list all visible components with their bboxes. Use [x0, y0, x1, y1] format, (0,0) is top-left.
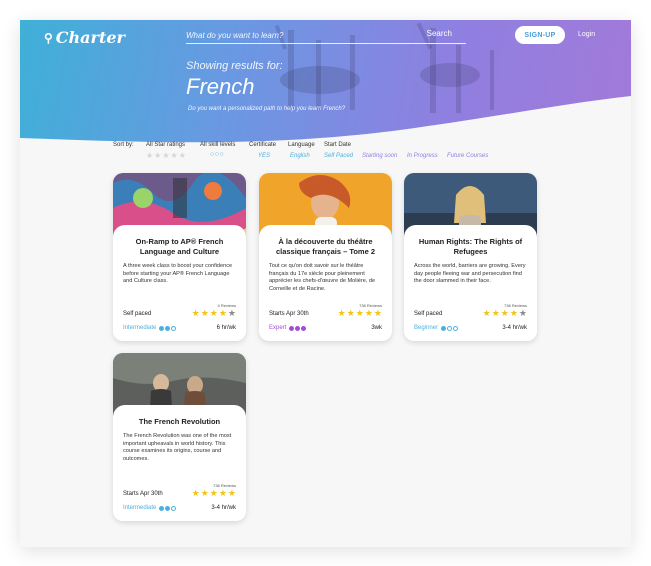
login-link[interactable]: Login — [578, 31, 595, 38]
date-option-in-progress[interactable]: In Progress — [407, 153, 438, 159]
skill-level-dots — [289, 325, 307, 331]
date-option-starting-soon[interactable]: Starting soon — [362, 153, 397, 159]
star-icon: ★ — [491, 308, 501, 318]
certificate-filter-value[interactable]: YES — [258, 153, 270, 159]
course-card-body: On-Ramp to AP® French Language and Cultu… — [113, 225, 246, 341]
course-pace: Self paced — [414, 311, 443, 317]
skill-level-filter[interactable]: ○○○ — [210, 151, 224, 158]
hero-banner: ⚲ Charter Search SIGN-UP Login Showing r… — [20, 20, 631, 150]
logo-text: Charter — [55, 28, 125, 47]
weekly-hours: 3wk — [371, 325, 382, 331]
level-dot-icon — [165, 505, 171, 511]
star-icon: ★ — [191, 308, 201, 318]
showing-results-label: Showing results for: — [186, 60, 283, 72]
course-title[interactable]: The French Revolution — [121, 417, 238, 427]
course-title[interactable]: Human Rights: The Rights of Refugees — [412, 237, 529, 257]
level-dot-icon — [159, 325, 165, 331]
course-title[interactable]: À la découverte du théâtre classique fra… — [267, 237, 384, 257]
course-title[interactable]: On-Ramp to AP® French Language and Cultu… — [121, 237, 238, 257]
sort-by-label: Sort by: — [113, 142, 134, 148]
search-query-title: French — [186, 74, 255, 99]
level-dot-icon — [447, 325, 453, 331]
skill-level: Beginner — [414, 325, 459, 331]
skill-level-label: Intermediate — [123, 325, 157, 331]
weekly-hours: 3-4 hr/wk — [211, 505, 236, 511]
star-icon: ★ — [200, 488, 210, 498]
course-description: Across the world, barriers are growing. … — [414, 263, 526, 284]
course-description: A three week class to boost your confide… — [123, 263, 233, 284]
level-dot-icon — [171, 505, 177, 511]
level-dot-icon — [289, 325, 295, 331]
language-filter-label[interactable]: Language — [288, 142, 315, 148]
star-rating-filter-label[interactable]: All Star ratings — [146, 142, 185, 148]
level-dot-icon — [295, 325, 301, 331]
star-icon: ★ — [518, 308, 528, 318]
skill-level-dots — [441, 325, 459, 331]
level-dot-icon — [165, 325, 171, 331]
star-icon: ★ — [355, 308, 365, 318]
skill-level: Intermediate — [123, 325, 177, 331]
star-icon: ★ — [218, 488, 228, 498]
skill-level-label: Expert — [269, 325, 287, 331]
skill-level-label: Intermediate — [123, 505, 157, 511]
skill-level-dots — [159, 325, 177, 331]
rating-stars: ★★★★★ — [192, 488, 237, 499]
star-icon: ★ — [218, 308, 228, 318]
star-icon: ★ — [227, 308, 237, 318]
search-input[interactable] — [186, 28, 416, 43]
skill-level: Intermediate — [123, 505, 177, 511]
personalized-path-link[interactable]: Do you want a personalized path to help … — [188, 106, 345, 112]
rating-stars: ★★★★★ — [483, 308, 528, 319]
star-icon: ★ — [346, 308, 356, 318]
course-pace: Starts Apr 30th — [269, 311, 309, 317]
star-icon: ★ — [482, 308, 492, 318]
course-card-body: À la découverte du théâtre classique fra… — [259, 225, 392, 341]
location-pin-icon: ⚲ — [44, 30, 53, 45]
certificate-filter-label[interactable]: Certificate — [249, 142, 276, 148]
course-card[interactable]: The French Revolution The French Revolut… — [113, 353, 246, 521]
weekly-hours: 3-4 hr/wk — [502, 325, 527, 331]
course-card[interactable]: Human Rights: The Rights of Refugees Acr… — [404, 173, 537, 341]
level-dot-icon — [453, 325, 459, 331]
star-icon: ★ — [500, 308, 510, 318]
star-icon: ★ — [509, 308, 519, 318]
language-filter-value[interactable]: English — [290, 153, 310, 159]
signup-button[interactable]: SIGN-UP — [515, 26, 565, 44]
course-card-body: The French Revolution The French Revolut… — [113, 405, 246, 521]
level-dot-icon — [441, 325, 447, 331]
course-pace: Self paced — [123, 311, 152, 317]
star-icon: ★ — [337, 308, 347, 318]
level-dot-icon — [159, 505, 165, 511]
skill-level: Expert — [269, 325, 307, 331]
course-card[interactable]: À la découverte du théâtre classique fra… — [259, 173, 392, 341]
search-button[interactable]: Search — [427, 29, 452, 38]
skill-level-filter-label[interactable]: All skill levels — [200, 142, 235, 148]
star-rating-filter[interactable]: ★★★★★ — [146, 151, 187, 160]
course-card[interactable]: On-Ramp to AP® French Language and Cultu… — [113, 173, 246, 341]
date-option-self-paced[interactable]: Self Paced — [324, 153, 353, 159]
skill-level-dots — [159, 505, 177, 511]
course-card-body: Human Rights: The Rights of Refugees Acr… — [404, 225, 537, 341]
star-icon: ★ — [191, 488, 201, 498]
star-icon: ★ — [200, 308, 210, 318]
star-icon: ★ — [209, 308, 219, 318]
start-date-filter-label[interactable]: Start Date — [324, 142, 351, 148]
date-option-future-courses[interactable]: Future Courses — [447, 153, 488, 159]
search-bar: Search — [186, 28, 466, 44]
rating-stars: ★★★★★ — [338, 308, 383, 319]
charter-logo[interactable]: ⚲ Charter — [44, 28, 125, 47]
app-window: ⚲ Charter Search SIGN-UP Login Showing r… — [20, 20, 631, 547]
level-dot-icon — [301, 325, 307, 331]
skill-level-label: Beginner — [414, 325, 439, 331]
star-icon: ★ — [209, 488, 219, 498]
course-description: Tout ce qu'on doit savoir sur le théâtre… — [269, 263, 376, 292]
rating-stars: ★★★★★ — [192, 308, 237, 319]
weekly-hours: 6 hr/wk — [216, 325, 236, 331]
star-icon: ★ — [373, 308, 383, 318]
star-icon: ★ — [364, 308, 374, 318]
course-description: The French Revolution was one of the mos… — [123, 433, 232, 462]
star-icon: ★ — [227, 488, 237, 498]
course-pace: Starts Apr 30th — [123, 491, 163, 497]
level-dot-icon — [171, 325, 177, 331]
